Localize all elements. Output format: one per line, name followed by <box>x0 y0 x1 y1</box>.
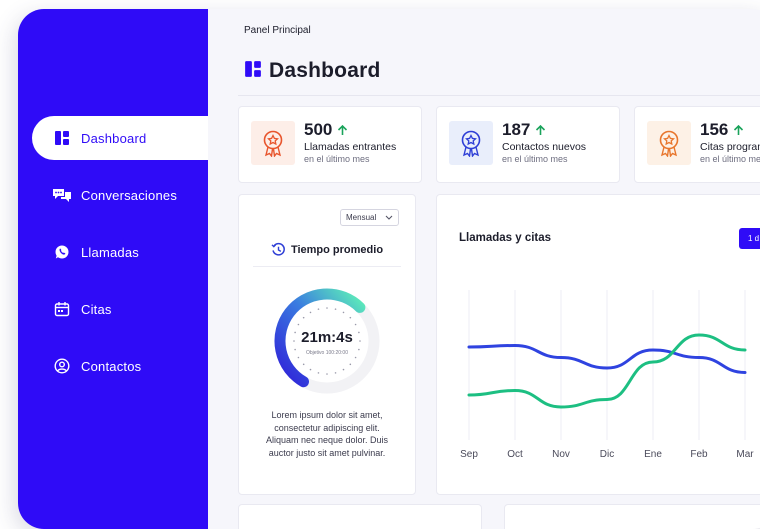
award-icon <box>251 121 295 165</box>
stat-sub: en el último mes <box>700 154 760 164</box>
gauge-tick <box>349 316 352 319</box>
award-icon <box>449 121 493 165</box>
gauge-tick <box>317 372 320 374</box>
average-title: Tiempo promedio <box>239 242 415 257</box>
gauge-tick <box>334 308 337 310</box>
gauge-tick <box>302 316 305 319</box>
dashboard-icon <box>51 127 73 149</box>
x-tick-label: Mar <box>736 449 754 460</box>
gauge-tick <box>354 323 357 326</box>
arrow-up-icon <box>535 124 546 136</box>
gauge-tick <box>342 368 345 371</box>
sidebar-item-label: Dashboard <box>81 130 147 146</box>
stat-sub: en el último mes <box>502 154 568 164</box>
average-title-text: Tiempo promedio <box>290 243 384 256</box>
page-title-row: Dashboard <box>244 59 381 83</box>
stat-value: 187 <box>502 120 546 140</box>
x-tick-label: Dic <box>600 449 614 460</box>
x-tick-label: Ene <box>644 449 662 460</box>
dashboard-icon <box>244 60 262 83</box>
sidebar-item-dashboard[interactable]: Dashboard <box>32 116 208 160</box>
arrow-up-icon <box>733 124 744 136</box>
user-icon <box>51 355 73 377</box>
average-value: 21m:4s <box>301 329 353 346</box>
x-tick-label: Oct <box>507 449 523 460</box>
gauge-tick <box>297 323 300 326</box>
arrow-up-icon <box>337 124 348 136</box>
average-time-card: Mensual Tiempo promedio 21m:4s Objetivo … <box>238 194 416 495</box>
stat-card-llamadas: 500 Llamadas entrantes en el último mes <box>238 106 422 183</box>
clock-history-icon <box>271 242 286 257</box>
calendar-icon <box>51 298 73 320</box>
sidebar-item-citas[interactable]: Citas <box>32 287 208 331</box>
chevron-down-icon <box>385 213 393 223</box>
gauge-tick <box>326 373 328 375</box>
award-icon <box>647 121 691 165</box>
gauge-tick <box>354 356 357 359</box>
gauge-tick <box>302 363 305 366</box>
average-gauge: 21m:4s Objetivo 100:20:00 <box>269 283 385 399</box>
gauge-tick <box>309 311 312 314</box>
sidebar: Dashboard Conversaciones Llamadas Citas … <box>18 9 208 529</box>
sidebar-item-conversaciones[interactable]: Conversaciones <box>32 173 208 217</box>
chart-card: Llamadas y citas 1 d Sep Oct Nov Dic Ene Feb M… <box>436 194 760 495</box>
stat-card-citas: 156 Citas programadas en el último mes <box>634 106 760 183</box>
sidebar-item-label: Citas <box>81 301 112 317</box>
stat-sub: en el último mes <box>304 154 370 164</box>
gauge-tick <box>309 368 312 371</box>
gauge-tick <box>317 308 320 310</box>
breadcrumb: Panel Principal <box>244 25 311 36</box>
sidebar-item-label: Contactos <box>81 358 142 374</box>
sidebar-item-label: Conversaciones <box>81 187 178 203</box>
average-target: Objetivo 100:20:00 <box>306 350 348 356</box>
main-content: Panel Principal Dashboard 500 Llamadas e… <box>208 9 760 529</box>
stat-label: Citas programadas <box>700 141 760 153</box>
sidebar-item-contactos[interactable]: Contactos <box>32 344 208 388</box>
stat-card-contactos: 187 Contactos nuevos en el último mes <box>436 106 620 183</box>
header-divider <box>238 95 760 96</box>
line-chart: Sep Oct Nov Dic Ene Feb Mar <box>460 290 754 460</box>
x-tick-label: Sep <box>460 449 478 460</box>
average-description: Lorem ipsum dolor sit amet, consectetur … <box>265 410 389 458</box>
stat-label: Llamadas entrantes <box>304 141 397 153</box>
x-tick-label: Feb <box>690 449 708 460</box>
phone-icon <box>51 241 73 263</box>
period-select-value: Mensual <box>346 213 377 222</box>
gauge-tick <box>326 307 328 309</box>
divider <box>253 266 401 267</box>
bottom-card-left <box>238 504 482 529</box>
bottom-card-right <box>504 504 760 529</box>
gauge-tick <box>334 372 337 374</box>
sidebar-item-label: Llamadas <box>81 244 139 260</box>
chat-icon <box>51 184 73 206</box>
stat-value: 156 <box>700 120 744 140</box>
stat-value: 500 <box>304 120 348 140</box>
gauge-tick <box>342 311 345 314</box>
gauge-tick <box>349 363 352 366</box>
sidebar-item-llamadas[interactable]: Llamadas <box>32 230 208 274</box>
stat-label: Contactos nuevos <box>502 141 587 153</box>
period-select[interactable]: Mensual <box>340 209 399 226</box>
app-window: Dashboard Conversaciones Llamadas Citas … <box>18 9 760 529</box>
gauge-tick <box>297 356 300 359</box>
page-title: Dashboard <box>269 59 381 82</box>
x-tick-label: Nov <box>552 449 570 460</box>
